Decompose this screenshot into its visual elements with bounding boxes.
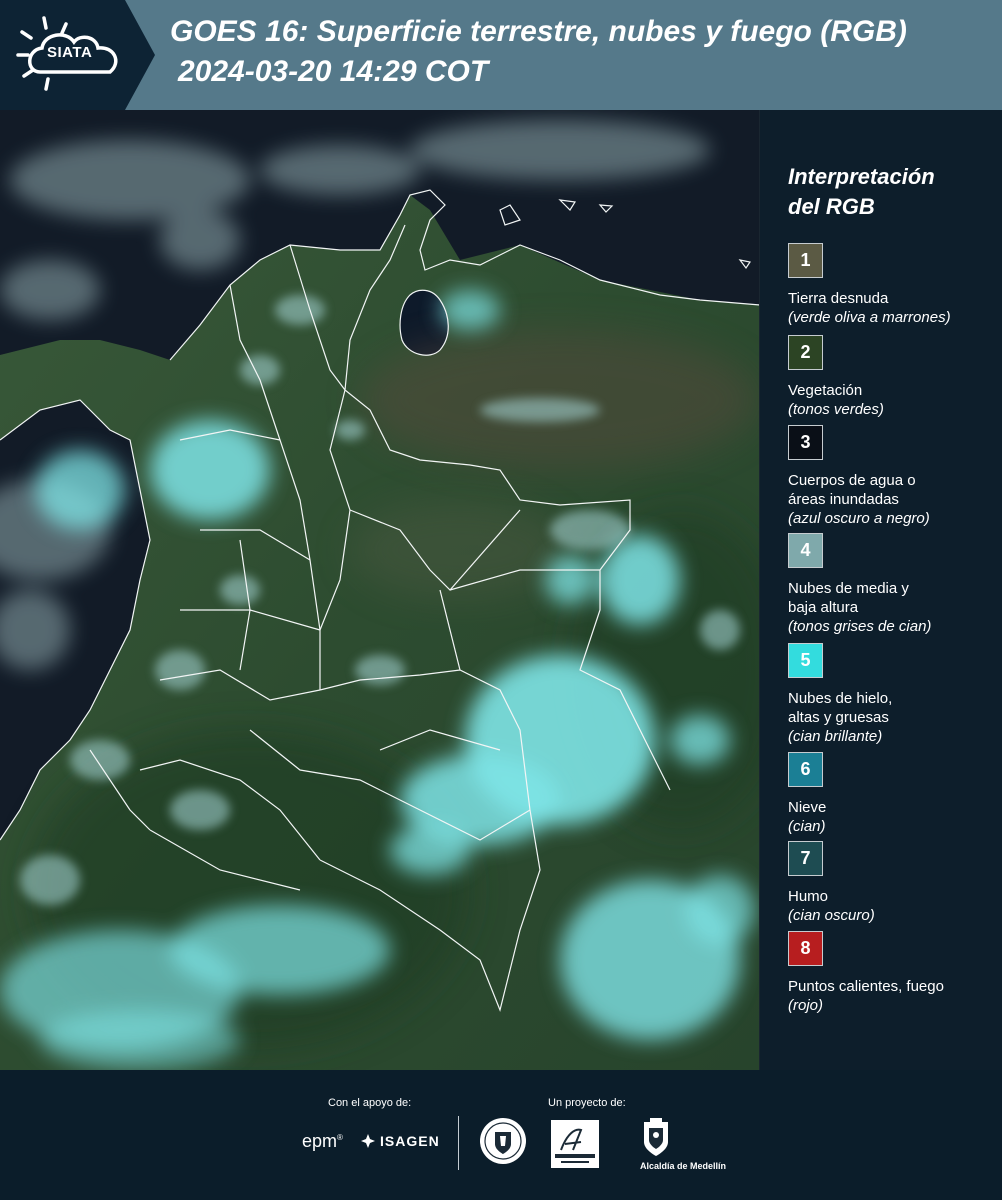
legend-item-smoke: 7 Humo (cian oscuro) xyxy=(788,841,998,925)
legend-number: 3 xyxy=(800,432,811,452)
epm-logo: epm® xyxy=(302,1131,343,1151)
satellite-map xyxy=(0,110,760,1070)
legend-desc: (cian) xyxy=(788,818,826,835)
project-caption: Un proyecto de: xyxy=(548,1097,626,1109)
legend-desc: (rojo) xyxy=(788,997,824,1014)
legend-desc: (cian brillante) xyxy=(788,728,883,745)
support-caption: Con el apoyo de: xyxy=(328,1097,412,1109)
legend-number: 5 xyxy=(800,650,811,670)
legend-item-mid-low-clouds: 4 Nubes de media y baja altura (tonos gr… xyxy=(788,533,998,636)
isagen-logo-text: ISAGEN xyxy=(380,1133,440,1149)
rgb-legend: Interpretación del RGB 1 Tierra desnuda … xyxy=(772,110,998,1070)
medellin-label: Alcaldía de Medellín xyxy=(640,1161,727,1171)
siata-logo-text: SIATA xyxy=(47,44,93,61)
legend-title-line2: del RGB xyxy=(788,194,875,219)
epm-logo-text: epm xyxy=(302,1131,338,1151)
area-metropolitana-logo xyxy=(551,1120,599,1173)
legend-label: Humo xyxy=(788,888,829,905)
legend-number: 2 xyxy=(800,342,811,362)
legend-title-line1: Interpretación xyxy=(788,164,935,189)
legend-swatch: 5 xyxy=(788,643,823,678)
header-bar: SIATA GOES 16: Superficie terrestre, nub… xyxy=(0,0,1002,110)
legend-number: 6 xyxy=(800,759,811,779)
legend-item-vegetation: 2 Vegetación (tonos verdes) xyxy=(788,335,998,419)
legend-swatch: 2 xyxy=(788,335,823,370)
isagen-logo: ISAGEN xyxy=(360,1133,440,1149)
legend-desc: (azul oscuro a negro) xyxy=(788,510,930,527)
legend-item-bare-soil: 1 Tierra desnuda (verde oliva a marrones… xyxy=(788,243,998,327)
legend-swatch: 8 xyxy=(788,931,823,966)
legend-label: Cuerpos de agua o áreas inundadas xyxy=(788,472,916,508)
legend-item-snow: 6 Nieve (cian) xyxy=(788,752,998,836)
university-seal-icon xyxy=(478,1116,528,1171)
legend-label: Nubes de media y baja altura xyxy=(788,580,909,616)
legend-number: 7 xyxy=(800,848,811,868)
siata-logo: SIATA xyxy=(0,0,155,110)
legend-number: 4 xyxy=(800,540,811,560)
legend-swatch: 7 xyxy=(788,841,823,876)
legend-swatch: 4 xyxy=(788,533,823,568)
legend-desc: (tonos verdes) xyxy=(788,401,884,418)
legend-number: 1 xyxy=(800,250,811,270)
footer: Con el apoyo de: Un proyecto de: epm® IS… xyxy=(0,1070,1002,1200)
page-title: GOES 16: Superficie terrestre, nubes y f… xyxy=(170,15,907,48)
legend-item-water: 3 Cuerpos de agua o áreas inundadas (azu… xyxy=(788,425,998,528)
legend-swatch: 3 xyxy=(788,425,823,460)
legend-label: Tierra desnuda xyxy=(788,290,889,307)
isagen-symbol-icon xyxy=(361,1134,375,1148)
legend-desc: (verde oliva a marrones) xyxy=(788,309,951,326)
legend-label: Nieve xyxy=(788,799,827,816)
legend-item-hotspots: 8 Puntos calientes, fuego (rojo) xyxy=(788,931,998,1015)
legend-label: Vegetación xyxy=(788,382,863,399)
satellite-image xyxy=(0,110,759,1070)
legend-title: Interpretación del RGB xyxy=(788,162,988,222)
legend-number: 8 xyxy=(800,938,811,958)
legend-desc: (cian oscuro) xyxy=(788,907,875,924)
legend-item-ice-clouds: 5 Nubes de hielo, altas y gruesas (cian … xyxy=(788,643,998,746)
medellin-coat-of-arms-icon xyxy=(642,1118,670,1163)
legend-swatch: 6 xyxy=(788,752,823,787)
footer-divider xyxy=(458,1116,459,1170)
legend-label: Puntos calientes, fuego xyxy=(788,978,944,995)
page-timestamp: 2024-03-20 14:29 COT xyxy=(178,55,489,88)
legend-swatch: 1 xyxy=(788,243,823,278)
legend-label: Nubes de hielo, altas y gruesas xyxy=(788,690,893,726)
legend-desc: (tonos grises de cian) xyxy=(788,618,932,635)
